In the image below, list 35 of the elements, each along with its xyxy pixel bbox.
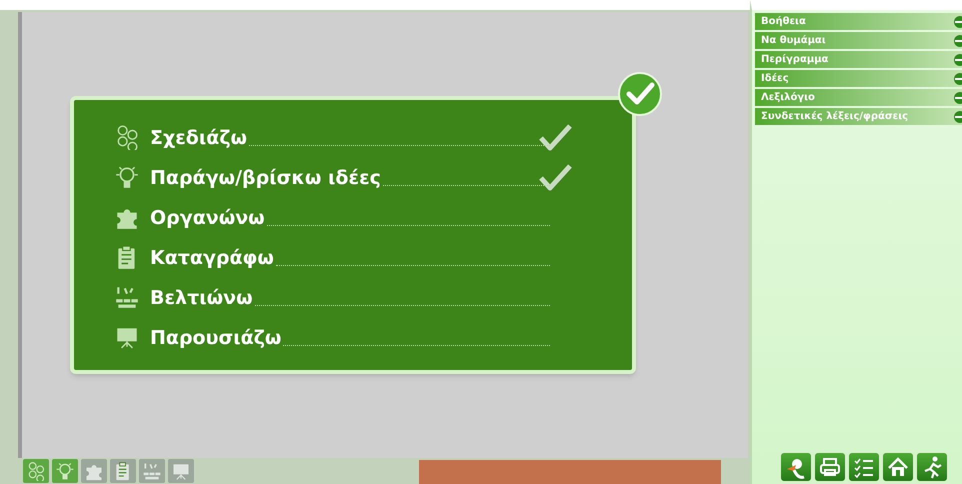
step-button[interactable] (23, 459, 49, 483)
expand-icon (954, 92, 962, 104)
bricks-icon (142, 461, 162, 481)
step-button[interactable] (139, 459, 165, 483)
lightbulb-icon (55, 461, 75, 481)
menu-item[interactable]: Περίγραμμα (755, 51, 962, 68)
step-label: Βελτιώνω (150, 286, 253, 311)
print-button[interactable] (814, 452, 846, 482)
menu-item[interactable]: Συνδετικές λέξεις/φράσεις (755, 108, 962, 125)
expand-icon (954, 72, 962, 84)
menu-item[interactable]: Να θυμάμαι (755, 32, 962, 49)
expand-icon (954, 16, 962, 28)
step-label: Σχεδιάζω (150, 126, 248, 151)
menu-item[interactable]: Ιδέες (755, 70, 962, 87)
home-icon (886, 455, 910, 479)
print-icon (818, 455, 842, 479)
step-label: Παράγω/βρίσκω ιδέες (150, 166, 381, 191)
step-button[interactable] (168, 459, 194, 483)
lightbulb-icon (114, 164, 140, 190)
exit-button[interactable] (916, 452, 948, 482)
home-button[interactable] (882, 452, 914, 482)
step-button[interactable] (52, 459, 78, 483)
step-button[interactable] (81, 459, 107, 483)
step-button[interactable] (110, 459, 136, 483)
checklist-button[interactable] (848, 452, 880, 482)
menu-item[interactable]: Βοήθεια (755, 13, 962, 30)
step-label: Οργανώνω (150, 206, 265, 231)
expand-icon (954, 34, 962, 46)
mascot-button[interactable] (780, 452, 812, 482)
step-label: Καταγράφω (150, 246, 274, 271)
expand-icon (954, 54, 962, 66)
expand-icon (954, 110, 962, 122)
step-label: Παρουσιάζω (150, 326, 282, 351)
menu-item[interactable]: Λεξιλόγιο (755, 89, 962, 106)
numbered-circles-icon (26, 461, 46, 481)
